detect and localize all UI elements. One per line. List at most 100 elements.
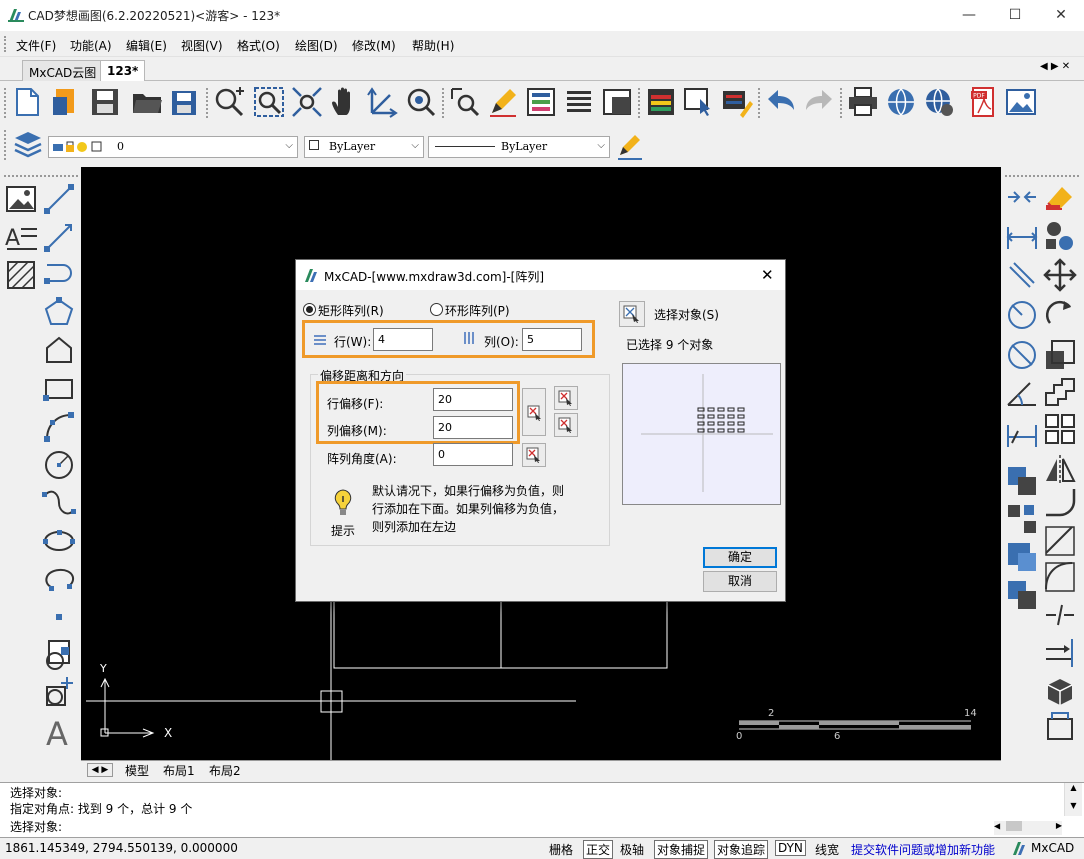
match-properties-icon[interactable]	[720, 85, 754, 119]
export-image-icon[interactable]	[1004, 85, 1038, 119]
open-file-icon[interactable]	[48, 85, 82, 119]
layout-tab-1[interactable]: 布局1	[163, 762, 195, 779]
dimension-angular-icon[interactable]	[1004, 375, 1040, 411]
ungroup-icon[interactable]	[1004, 577, 1040, 613]
move-icon[interactable]	[1042, 257, 1078, 293]
pick-angle-button[interactable]	[522, 443, 546, 467]
close-button[interactable]: ✕	[1038, 0, 1084, 31]
mirror-icon[interactable]	[1042, 451, 1078, 487]
print-icon[interactable]	[846, 85, 880, 119]
pencil-edit-icon[interactable]	[486, 85, 520, 119]
ray-icon[interactable]	[41, 219, 77, 255]
tab-mxcad-cloud[interactable]: MxCAD云图	[22, 60, 104, 81]
circle-icon[interactable]	[41, 447, 77, 483]
fillet-icon[interactable]	[1042, 485, 1078, 521]
dimension-continue-icon[interactable]	[1004, 417, 1040, 453]
dimension-radius-icon[interactable]	[1004, 297, 1040, 333]
command-scrollbar[interactable]: ▲ ▼	[1064, 783, 1082, 816]
web-settings-icon[interactable]	[922, 85, 956, 119]
export-pdf-icon[interactable]: PDF	[966, 85, 1000, 119]
dimension-linear-icon[interactable]	[1004, 219, 1040, 255]
polar-array-radio[interactable]	[430, 303, 443, 316]
offset-icon[interactable]	[1004, 463, 1040, 499]
menu-modify[interactable]: 修改(M)	[352, 37, 396, 54]
pick-col-offset-button[interactable]	[554, 413, 578, 437]
region-icon[interactable]	[1042, 709, 1078, 745]
select-objects-label[interactable]: 选择对象(S)	[654, 306, 719, 323]
save-as-icon[interactable]	[168, 85, 202, 119]
chamfer-icon[interactable]	[1042, 523, 1078, 559]
pick-row-offset-button[interactable]	[554, 386, 578, 410]
polar-array-label[interactable]: 环形阵列(P)	[445, 302, 510, 319]
menu-format[interactable]: 格式(O)	[237, 37, 280, 54]
menu-help[interactable]: 帮助(H)	[412, 37, 454, 54]
rect-array-radio[interactable]	[303, 303, 316, 316]
feedback-link[interactable]: 提交软件问题或增加新功能	[851, 841, 995, 858]
menu-file[interactable]: 文件(F)	[16, 37, 56, 54]
scale-icon[interactable]	[1042, 337, 1078, 373]
menu-edit[interactable]: 编辑(E)	[126, 37, 167, 54]
zoom-realtime-icon[interactable]	[212, 85, 246, 119]
make-block-icon[interactable]	[41, 675, 77, 711]
new-file-icon[interactable]	[10, 85, 44, 119]
blend-icon[interactable]	[1042, 559, 1078, 595]
menu-function[interactable]: 功能(A)	[70, 37, 112, 54]
layer-dropdown[interactable]: 0 ⌵	[48, 136, 298, 158]
linetype-dropdown[interactable]: ByLayer ⌵	[428, 136, 610, 158]
hatch-icon[interactable]	[3, 257, 39, 293]
3d-box-icon[interactable]	[1042, 673, 1078, 709]
save-icon[interactable]	[88, 85, 122, 119]
rotate-icon[interactable]	[1042, 297, 1078, 333]
dialog-close-button[interactable]: ✕	[761, 266, 774, 284]
status-ortho-toggle[interactable]: 正交	[583, 840, 614, 859]
join-icon[interactable]	[1004, 179, 1040, 215]
spline-icon[interactable]	[41, 485, 77, 521]
status-polar-toggle[interactable]: 极轴	[620, 841, 644, 858]
layers-icon[interactable]	[12, 128, 44, 160]
color-dropdown[interactable]: ByLayer ⌵	[304, 136, 424, 158]
dimension-diameter-icon[interactable]	[1004, 337, 1040, 373]
status-lineweight-toggle[interactable]: 线宽	[815, 841, 839, 858]
row-offset-input[interactable]	[433, 388, 513, 411]
status-dyn-toggle[interactable]: DYN	[775, 840, 806, 856]
layout-tab-model[interactable]: 模型	[125, 762, 149, 779]
stretch-icon[interactable]	[1042, 375, 1078, 411]
zoom-extents-icon[interactable]	[290, 85, 324, 119]
erase-icon[interactable]	[1042, 179, 1078, 215]
command-hscrollbar[interactable]: ◀ ▶	[994, 821, 1062, 835]
status-otrack-toggle[interactable]: 对象追踪	[714, 840, 769, 859]
redo-icon[interactable]	[802, 85, 836, 119]
layout-nav-buttons[interactable]: ◀ ▶	[87, 763, 113, 777]
tab-nav-buttons[interactable]: ◀ ▶ ✕	[1040, 61, 1070, 72]
layout-tab-2[interactable]: 布局2	[209, 762, 241, 779]
angle-input[interactable]	[433, 443, 513, 466]
zoom-window-icon[interactable]	[252, 85, 286, 119]
status-grid-toggle[interactable]: 栅格	[549, 841, 573, 858]
extend-icon[interactable]	[1042, 635, 1078, 671]
command-area[interactable]: 选择对象: 指定对角点: 找到 9 个，总计 9 个 选择对象: ▲ ▼ ◀ ▶	[0, 782, 1084, 838]
insert-image-icon[interactable]	[3, 181, 39, 217]
menu-draw[interactable]: 绘图(D)	[295, 37, 338, 54]
menu-view[interactable]: 视图(V)	[181, 37, 223, 54]
maximize-button[interactable]: ☐	[992, 0, 1038, 31]
undo-icon[interactable]	[764, 85, 798, 119]
cols-input[interactable]	[522, 328, 582, 351]
ucs-icon[interactable]	[366, 85, 400, 119]
point-icon[interactable]	[41, 599, 77, 635]
shape-icon[interactable]	[41, 333, 77, 369]
list-icon[interactable]	[562, 85, 596, 119]
web-share-icon[interactable]	[884, 85, 918, 119]
command-prompt[interactable]: 选择对象:	[10, 818, 62, 835]
cancel-button[interactable]: 取消	[703, 571, 777, 592]
mtext-icon[interactable]: A	[3, 219, 39, 255]
array-icon[interactable]	[1042, 411, 1078, 447]
zoom-previous-icon[interactable]	[404, 85, 438, 119]
select-tool-icon[interactable]	[682, 85, 716, 119]
line-icon[interactable]	[41, 181, 77, 217]
block-icon[interactable]	[600, 85, 634, 119]
group-icon[interactable]	[1004, 539, 1040, 575]
rect-array-label[interactable]: 矩形阵列(R)	[318, 302, 384, 319]
ok-button[interactable]: 确定	[703, 547, 777, 568]
status-osnap-toggle[interactable]: 对象捕捉	[654, 840, 709, 859]
text-icon[interactable]: A	[41, 713, 77, 749]
